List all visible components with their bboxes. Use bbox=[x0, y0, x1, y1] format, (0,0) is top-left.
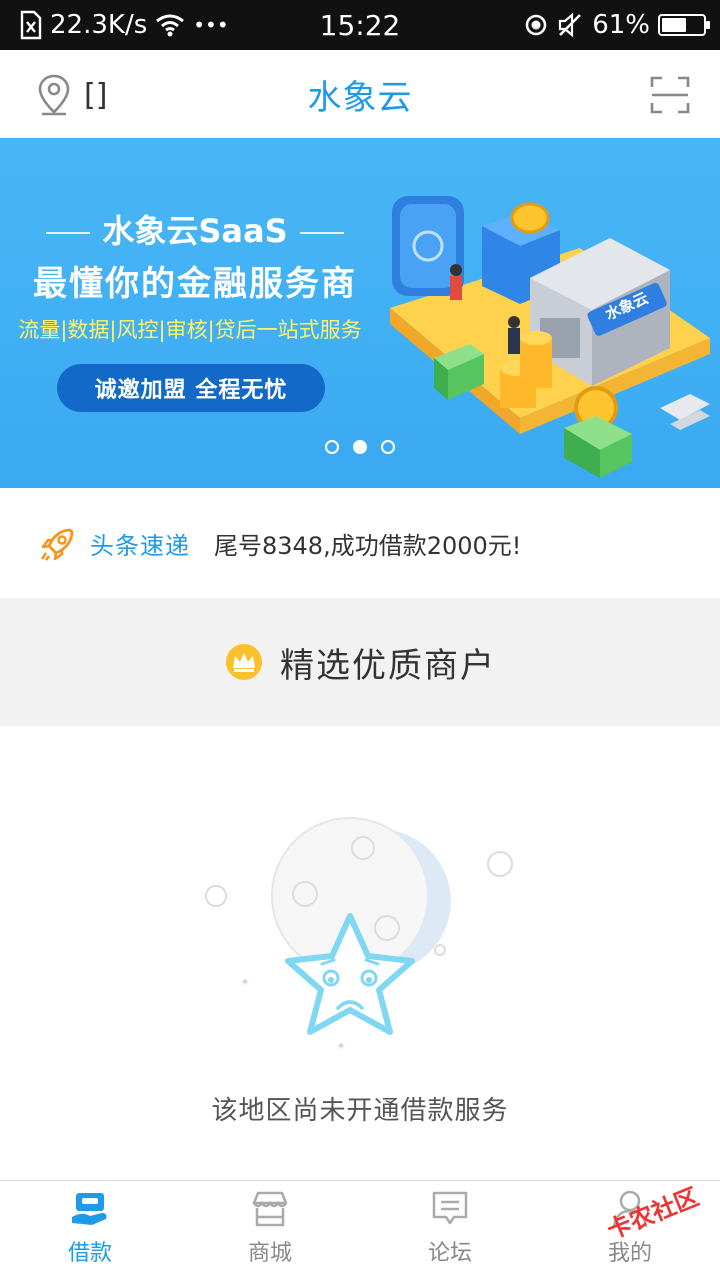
page-title: 水象云 bbox=[307, 77, 413, 118]
loan-icon bbox=[72, 1193, 107, 1225]
battery-level bbox=[662, 18, 687, 32]
join-button[interactable]: 诚邀加盟 全程无忧 bbox=[57, 364, 325, 412]
banner-subtitle: 最懂你的金融服务商 bbox=[33, 264, 357, 304]
pager-dot[interactable] bbox=[381, 440, 395, 454]
tab-label-store: 商城 bbox=[247, 1241, 292, 1266]
scan-icon[interactable] bbox=[650, 76, 690, 114]
tab-forum[interactable]: 论坛 bbox=[360, 1181, 540, 1281]
banner-features: 流量|数据|风控|审核|贷后一站式服务 bbox=[18, 318, 362, 342]
empty-state: ✦ ✦ 该地区尚未开通借款服务 bbox=[0, 726, 720, 1180]
tab-loan[interactable]: 借款 bbox=[0, 1181, 180, 1281]
promo-banner[interactable]: 水象云SaaS 最懂你的金融服务商 流量|数据|风控|审核|贷后一站式服务 诚邀… bbox=[0, 138, 720, 488]
app-header: [] 水象云 bbox=[0, 50, 720, 139]
battery-icon bbox=[658, 14, 710, 36]
rocket-icon bbox=[40, 528, 74, 561]
svg-text:✦: ✦ bbox=[240, 975, 250, 989]
section-title: 精选优质商户 bbox=[280, 645, 496, 686]
mute-icon bbox=[559, 12, 582, 38]
empty-message: 该地区尚未开通借款服务 bbox=[211, 1096, 509, 1126]
tab-store[interactable]: 商城 bbox=[180, 1181, 360, 1281]
news-label: 头条速递 bbox=[90, 531, 190, 560]
section-header: 精选优质商户 bbox=[0, 598, 720, 726]
headline-rule-right bbox=[299, 232, 344, 234]
status-right: 61% bbox=[524, 0, 710, 50]
tab-label-loan: 借款 bbox=[67, 1241, 112, 1266]
banner-headline-text: 水象云SaaS bbox=[102, 212, 288, 250]
tab-label-forum: 论坛 bbox=[427, 1241, 472, 1266]
svg-text:✦: ✦ bbox=[336, 1039, 346, 1053]
headline-rule-left bbox=[46, 232, 91, 234]
banner-pager[interactable] bbox=[0, 440, 720, 454]
store-icon bbox=[252, 1191, 288, 1227]
news-ticker[interactable]: 头条速递 尾号8348,成功借款2000元! bbox=[0, 488, 720, 598]
sad-star-illustration: ✦ ✦ bbox=[205, 817, 513, 1053]
status-bar: 22.3K/s ••• 15:22 61% bbox=[0, 0, 720, 50]
banner-headline: 水象云SaaS bbox=[0, 206, 390, 252]
battery-percent: 61% bbox=[592, 10, 650, 40]
forum-icon bbox=[432, 1191, 468, 1225]
news-text: 尾号8348,成功借款2000元! bbox=[214, 531, 522, 560]
pager-dot[interactable] bbox=[325, 440, 339, 454]
pager-dot-active[interactable] bbox=[353, 440, 367, 454]
crown-icon bbox=[226, 644, 262, 680]
location-on-icon bbox=[525, 14, 547, 36]
